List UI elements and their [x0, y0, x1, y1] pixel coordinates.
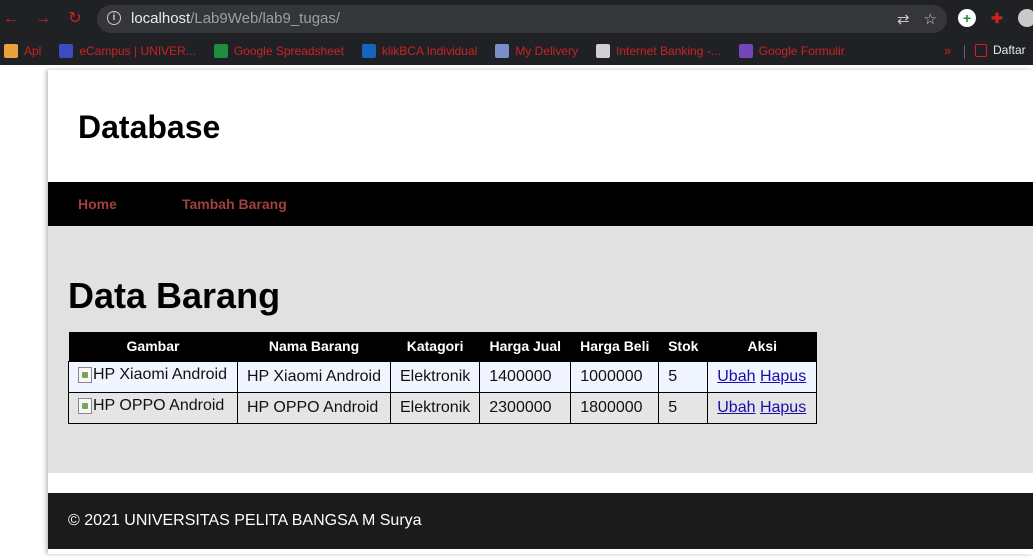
col-aksi: Aksi	[707, 332, 817, 361]
cell-gambar: HP OPPO Android	[68, 391, 238, 424]
col-nama-barang: Nama Barang	[237, 332, 391, 361]
page-viewport: Database Home Tambah Barang Data Barang …	[0, 65, 1033, 559]
bookmark-label: Google Spreadsheet	[233, 44, 344, 58]
cell-stok: 5	[658, 391, 709, 424]
ubah-link[interactable]: Ubah	[717, 368, 755, 385]
bookmark-klikbca[interactable]: klikBCA Individual	[361, 44, 478, 58]
bookmark-label: Apl	[24, 44, 42, 58]
bookmark-label: klikBCA Individual	[381, 44, 478, 58]
site-header: Database	[48, 70, 1033, 182]
bookmarks-divider	[964, 45, 965, 59]
reading-list-button[interactable]: Daftar	[975, 43, 1026, 57]
forward-arrow-icon[interactable]: →	[34, 10, 52, 28]
table-row: HP Xiaomi Android HP Xiaomi Android Elek…	[68, 360, 818, 393]
back-arrow-icon[interactable]: ←	[2, 10, 20, 28]
col-stok: Stok	[658, 332, 708, 361]
data-barang-table: Gambar Nama Barang Katagori Harga Jual H…	[68, 332, 818, 424]
cell-harga-beli: 1800000	[570, 391, 660, 424]
page-container: Database Home Tambah Barang Data Barang …	[48, 70, 1033, 554]
reading-list-icon	[975, 43, 987, 57]
table-row: HP OPPO Android HP OPPO Android Elektron…	[68, 391, 818, 424]
nav-home-link[interactable]: Home	[78, 196, 117, 212]
bookmark-internet-banking[interactable]: Internet Banking -...	[595, 44, 721, 58]
hapus-link[interactable]: Hapus	[760, 399, 806, 416]
col-harga-beli: Harga Beli	[570, 332, 659, 361]
bookmarks-bar: Apl eCampus | UNIVER... Google Spreadshe…	[0, 37, 1033, 65]
cell-harga-jual: 1400000	[479, 360, 572, 393]
col-harga-jual: Harga Jual	[479, 332, 571, 361]
main-nav: Home Tambah Barang	[48, 182, 1033, 226]
broken-image: HP OPPO Android	[78, 397, 224, 415]
bookmarks-overflow-chevron[interactable]: »	[944, 43, 951, 58]
bookmark-my-delivery[interactable]: My Delivery	[495, 44, 578, 58]
image-alt-text: HP OPPO Android	[93, 396, 225, 414]
forms-icon	[738, 44, 753, 58]
cell-stok: 5	[658, 360, 709, 393]
bookmark-google-spreadsheet[interactable]: Google Spreadsheet	[213, 44, 344, 58]
site-info-icon[interactable]: i	[107, 11, 121, 25]
cell-nama-barang: HP OPPO Android	[237, 391, 391, 424]
apps-grid-icon	[4, 44, 18, 58]
cell-nama-barang: HP Xiaomi Android	[237, 360, 391, 393]
cell-kategori: Elektronik	[389, 360, 481, 393]
site-footer: © 2021 UNIVERSITAS PELITA BANGSA M Surya	[48, 493, 1033, 549]
url-text[interactable]: localhost/Lab9Web/lab9_tugas/	[131, 10, 340, 27]
browser-toolbar: ← → ↻ i localhost/Lab9Web/lab9_tugas/ ⇄ …	[0, 0, 1033, 37]
cell-aksi: Ubah Hapus	[707, 360, 818, 393]
delivery-icon	[495, 44, 510, 58]
image-alt-text: HP Xiaomi Android	[93, 365, 227, 383]
cell-gambar: HP Xiaomi Android	[68, 360, 238, 393]
bookmark-label: My Delivery	[515, 44, 578, 58]
table-header-row: Gambar Nama Barang Katagori Harga Jual H…	[68, 332, 817, 361]
url-path: /Lab9Web/lab9_tugas/	[190, 10, 341, 27]
ecampus-icon	[59, 44, 74, 58]
sheets-icon	[213, 44, 228, 58]
reading-list-label: Daftar	[993, 43, 1026, 57]
bookmark-label: eCampus | UNIVER...	[79, 44, 196, 58]
reload-icon[interactable]: ↻	[66, 10, 84, 28]
bank-icon	[595, 44, 610, 58]
profile-avatar-icon[interactable]	[1018, 9, 1033, 27]
address-bar[interactable]: i localhost/Lab9Web/lab9_tugas/ ⇄ ☆	[97, 5, 947, 33]
cell-aksi: Ubah Hapus	[707, 391, 818, 424]
bookmark-apps[interactable]: Apl	[4, 44, 41, 58]
cell-harga-beli: 1000000	[570, 360, 660, 393]
hapus-link[interactable]: Hapus	[760, 368, 806, 385]
broken-image-icon	[78, 397, 92, 414]
page-heading: Data Barang	[68, 275, 281, 316]
url-host: localhost	[131, 10, 191, 27]
bookmark-star-icon[interactable]: ☆	[924, 10, 937, 28]
main-content: Data Barang Gambar Nama Barang Katagori …	[48, 226, 1033, 473]
bookmark-label: Google Formulir	[758, 44, 845, 58]
bookmark-google-formulir[interactable]: Google Formulir	[738, 44, 845, 58]
cell-harga-jual: 2300000	[479, 391, 572, 424]
translate-icon[interactable]: ⇄	[897, 10, 910, 28]
footer-spacer	[48, 473, 1033, 493]
broken-image: HP Xiaomi Android	[78, 366, 227, 384]
klikbca-icon	[361, 44, 376, 58]
broken-image-icon	[78, 366, 92, 383]
ubah-link[interactable]: Ubah	[717, 399, 755, 416]
col-gambar: Gambar	[68, 332, 238, 361]
puzzle-extension-icon[interactable]: ✚	[988, 9, 1006, 27]
nav-tambah-barang-link[interactable]: Tambah Barang	[182, 196, 287, 212]
extension-add-icon[interactable]: +	[958, 9, 976, 27]
site-title: Database	[78, 109, 221, 145]
footer-text: © 2021 UNIVERSITAS PELITA BANGSA M Surya	[68, 512, 422, 529]
cell-kategori: Elektronik	[389, 391, 481, 424]
bookmark-label: Internet Banking -...	[615, 44, 721, 58]
col-katagori: Katagori	[390, 332, 480, 361]
bookmark-ecampus[interactable]: eCampus | UNIVER...	[59, 44, 196, 58]
